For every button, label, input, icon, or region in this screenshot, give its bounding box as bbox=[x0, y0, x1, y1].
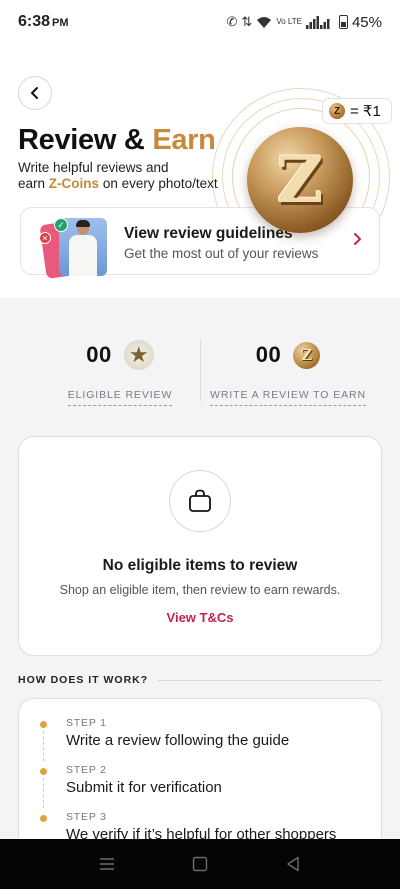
subtitle-line1: Write helpful reviews and bbox=[18, 160, 169, 175]
guidelines-thumbnail: ✓ ✕ bbox=[35, 216, 109, 279]
coin-rate-text: = ₹1 bbox=[350, 103, 381, 120]
recents-button[interactable] bbox=[87, 844, 127, 884]
back-button[interactable] bbox=[18, 76, 52, 110]
back-arrow-icon bbox=[31, 87, 38, 99]
z-coin-illustration: Z bbox=[247, 127, 353, 233]
step-number: STEP 1 bbox=[66, 717, 107, 729]
heading-divider bbox=[158, 679, 382, 681]
time-text: 6:38 bbox=[18, 13, 51, 30]
how-heading-text: HOW DOES IT WORK? bbox=[18, 674, 149, 686]
title-part1: Review & bbox=[18, 124, 145, 156]
step-text: Write a review following the guide bbox=[66, 732, 290, 749]
title-earn: Earn bbox=[152, 124, 216, 156]
empty-state-card: No eligible items to review Shop an elig… bbox=[18, 436, 382, 656]
hero-section: Z Z = ₹1 Review & Earn Write helpful rev… bbox=[0, 44, 400, 298]
eligible-review-stat[interactable]: 00 ★ ELIGIBLE REVIEW bbox=[40, 325, 200, 406]
signal-icon bbox=[305, 15, 330, 29]
wifi-icon bbox=[257, 16, 272, 28]
step-connector bbox=[43, 778, 44, 808]
write-count: 00 bbox=[255, 342, 282, 367]
coin-icon: Z bbox=[293, 341, 321, 369]
battery-icon bbox=[338, 15, 348, 29]
step-dot bbox=[40, 768, 47, 775]
guidelines-title: View review guidelines bbox=[124, 225, 293, 242]
page-title: Review & Earn bbox=[18, 124, 216, 157]
check-icon: ✓ bbox=[54, 218, 68, 232]
coin-letter: Z bbox=[276, 142, 324, 218]
status-bar: 6:38 PM ✆ ⇅ Vo LTE 45% bbox=[0, 0, 400, 44]
page-subtitle: Write helpful reviews and earn Z-Coins o… bbox=[18, 160, 228, 192]
data-arrows-icon: ⇅ bbox=[241, 14, 253, 29]
write-label: WRITE A REVIEW TO EARN bbox=[210, 389, 366, 406]
coin-icon: Z bbox=[329, 103, 345, 119]
chevron-right-icon bbox=[354, 233, 361, 245]
coin-rate-badge: Z = ₹1 bbox=[322, 98, 392, 124]
back-nav-button[interactable] bbox=[273, 844, 313, 884]
system-icons: ✆ ⇅ Vo LTE 45% bbox=[227, 14, 383, 31]
step-dot bbox=[40, 815, 47, 822]
steps-card: STEP 1 Write a review following the guid… bbox=[18, 698, 382, 858]
recents-icon bbox=[99, 858, 114, 870]
write-review-stat[interactable]: 00 Z WRITE A REVIEW TO EARN bbox=[200, 325, 376, 406]
shopping-bag-icon bbox=[169, 470, 231, 532]
eligible-label: ELIGIBLE REVIEW bbox=[67, 389, 173, 406]
step-number: STEP 2 bbox=[66, 764, 107, 776]
how-it-works-heading: HOW DOES IT WORK? bbox=[18, 674, 382, 686]
meridiem-text: PM bbox=[52, 17, 69, 29]
eligible-count: 00 bbox=[86, 342, 112, 367]
status-time: 6:38 PM bbox=[18, 13, 69, 31]
back-icon bbox=[287, 856, 300, 872]
star-icon: ★ bbox=[123, 340, 154, 370]
step-number: STEP 3 bbox=[66, 811, 107, 823]
view-tcs-link[interactable]: View T&Cs bbox=[19, 610, 381, 625]
step-connector bbox=[43, 731, 44, 761]
guidelines-subtitle: Get the most out of your reviews bbox=[124, 246, 319, 261]
empty-title: No eligible items to review bbox=[102, 557, 298, 574]
step-text: Submit it for verification bbox=[66, 779, 222, 796]
volte-label: Vo LTE bbox=[276, 17, 302, 26]
step-dot bbox=[40, 721, 47, 728]
home-icon bbox=[192, 856, 208, 872]
system-navigation-bar bbox=[0, 839, 400, 889]
call-icon: ✆ bbox=[226, 14, 238, 29]
subtitle-zcoins: Z-Coins bbox=[48, 176, 100, 191]
subtitle-earn: earn bbox=[18, 176, 46, 191]
subtitle-rest: on every photo/text bbox=[102, 176, 218, 191]
battery-percent: 45% bbox=[351, 13, 382, 31]
cross-icon: ✕ bbox=[39, 232, 51, 244]
empty-subtitle: Shop an eligible item, then review to ea… bbox=[59, 583, 341, 597]
review-stats: 00 ★ ELIGIBLE REVIEW 00 Z WRITE A REVIEW… bbox=[0, 325, 400, 406]
home-button[interactable] bbox=[180, 844, 220, 884]
